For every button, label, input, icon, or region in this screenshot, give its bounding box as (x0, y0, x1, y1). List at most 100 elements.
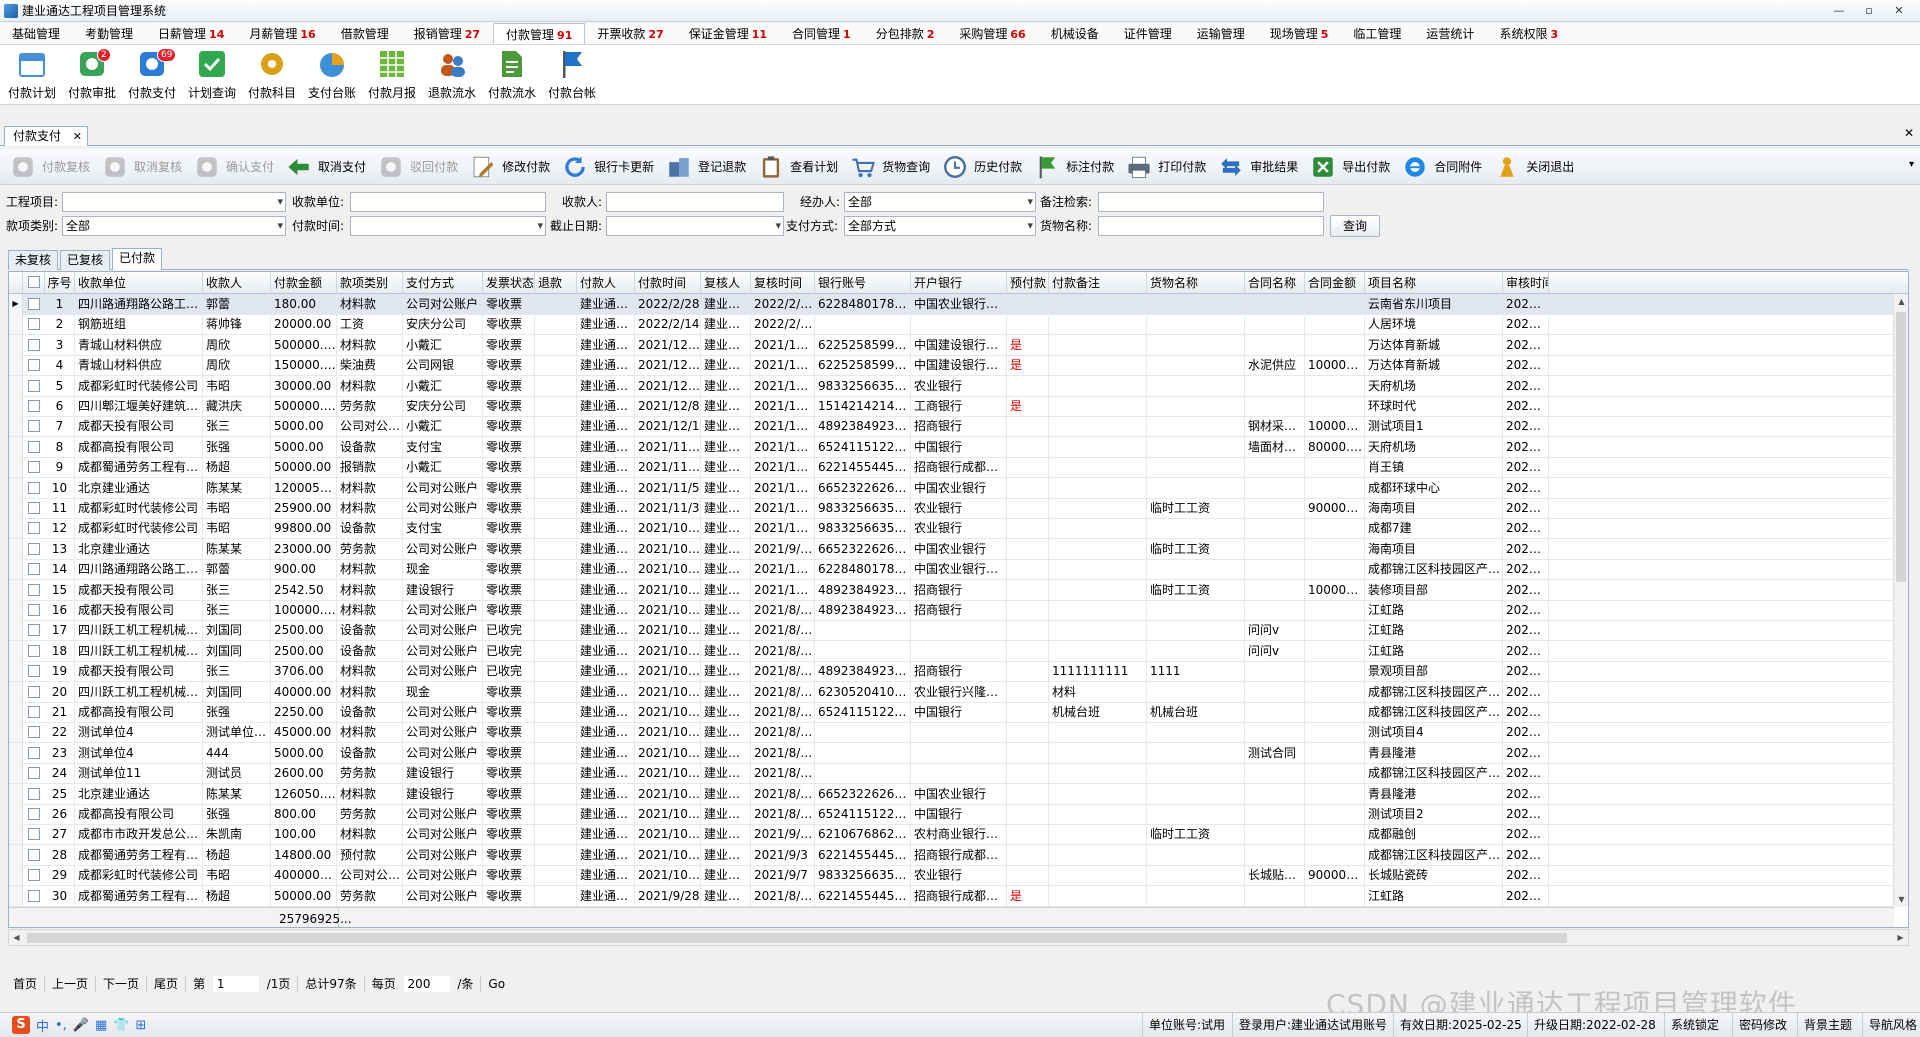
row-checkbox[interactable] (28, 889, 40, 902)
ime-punct-icon[interactable]: •, (55, 1018, 67, 1033)
table-row[interactable]: 10北京建业通达陈某某1200050.00材料款公司对公账户零收票 建业通达...… (9, 477, 1894, 499)
column-header[interactable]: 复核时间 (751, 272, 815, 293)
column-header[interactable]: 支付方式 (403, 272, 483, 293)
table-row[interactable]: 11 成都彩虹时代装修公司 韦昭 25900.00 材料款 公司对公账户 零收票 建业通达..… (9, 498, 1894, 519)
menu-tab-4[interactable]: 借款管理 (329, 23, 402, 44)
row-checkbox[interactable] (28, 338, 40, 351)
table-row[interactable]: 2 钢筋班组 蒋帅锋 20000.00 工资 安庆分公司 零收票 建业通达... 2022/2/… (9, 314, 1894, 336)
column-header[interactable]: 发票状态 (483, 272, 535, 293)
menu-tab-0[interactable]: 基础管理 (0, 23, 73, 44)
table-row[interactable]: ▶ 1四川路通翔路公路工程有...郭蕾180.00材料款公司对公账户零收票 建业通达… (9, 294, 1894, 315)
toolbar-button-4[interactable]: 驳回付款 (374, 151, 466, 183)
ribbon-button-2[interactable]: 付款支付 69 (122, 45, 182, 105)
row-checkbox[interactable] (28, 298, 40, 310)
scroll-left-icon[interactable]: ◀ (9, 930, 24, 945)
toolbar-button-7[interactable]: 登记退款 (662, 151, 754, 183)
menu-tab-16[interactable]: 临工管理 (1341, 23, 1414, 44)
lock-button[interactable]: 系统锁定 (1664, 1013, 1725, 1037)
first-page-button[interactable]: 首页 (6, 976, 46, 992)
table-row[interactable]: 19 成都天投有限公司 张三 3706.00 材料款 公司对公账户 已收完 建业通达... 20… (9, 661, 1894, 683)
toolbar-button-1[interactable]: 取消复核 (98, 151, 190, 183)
toolbar-button-11[interactable]: 标注付款 (1030, 151, 1122, 183)
ime-logo-icon[interactable]: S (12, 1016, 30, 1034)
last-page-button[interactable]: 尾页 (147, 976, 187, 992)
tab-reviewed[interactable]: 已复核 (60, 250, 111, 270)
remark-input[interactable] (1098, 192, 1324, 212)
menu-tab-12[interactable]: 机械设备 (1039, 23, 1112, 44)
toolbar-button-0[interactable]: 付款复核 (6, 151, 98, 183)
page-input[interactable]: 1 (212, 976, 259, 992)
menu-tab-13[interactable]: 证件管理 (1112, 23, 1185, 44)
menu-tab-14[interactable]: 运输管理 (1185, 23, 1258, 44)
menu-tab-7[interactable]: 开票收款 27 (585, 23, 676, 44)
select-all-checkbox[interactable] (28, 276, 40, 288)
table-row[interactable]: 9成都蜀通劳务工程有限公司杨超50000.00报销款小戴汇零收票建业通达...2… (9, 457, 1894, 479)
row-checkbox[interactable] (28, 644, 40, 657)
column-header[interactable]: 收款单位 (75, 272, 203, 293)
menu-tab-1[interactable]: 考勤管理 (73, 23, 146, 44)
toolbar-button-12[interactable]: 打印付款 (1122, 151, 1214, 183)
close-all-icon[interactable]: ✕ (1904, 126, 1914, 140)
row-checkbox[interactable] (28, 542, 40, 555)
row-checkbox[interactable] (28, 502, 40, 514)
row-checkbox[interactable] (28, 563, 40, 576)
horizontal-scrollbar[interactable]: ◀ ▶ (8, 929, 1909, 946)
deadline-picker[interactable] (606, 216, 784, 236)
row-checkbox[interactable] (28, 400, 40, 412)
menu-tab-5[interactable]: 报销管理 27 (402, 23, 493, 44)
table-row[interactable]: 13 北京建业通达 陈某某 23000.00 劳务款 公司对公账户 零收票 建业通达... 20… (9, 538, 1894, 560)
toolbar-button-6[interactable]: 银行卡更新 (558, 151, 662, 183)
column-header[interactable]: 收款人 (203, 272, 271, 293)
menu-tab-11[interactable]: 采购管理 66 (947, 23, 1038, 44)
table-row[interactable]: 3 青城山材料供应 周欣 500000.00 材料款 小戴汇 零收票 建业通达... 2021/… (9, 334, 1894, 356)
toolbar-button-14[interactable]: 导出付款 (1306, 151, 1398, 183)
column-header[interactable]: 付款时间 (635, 272, 701, 293)
project-select[interactable] (62, 192, 286, 212)
column-header[interactable]: 序号 (45, 272, 75, 293)
row-checkbox[interactable] (28, 746, 40, 759)
nav-style-button[interactable]: 导航风格 (1862, 1013, 1920, 1037)
row-checkbox[interactable] (28, 440, 40, 453)
password-button[interactable]: 密码修改 (1732, 1013, 1793, 1037)
table-row[interactable]: 14四川路通翔路公路工程有...郭蕾900.00材料款现金零收票建业通达...2… (9, 559, 1894, 581)
row-checkbox[interactable] (28, 787, 40, 800)
column-header[interactable]: 合同名称 (1245, 272, 1305, 293)
ribbon-button-9[interactable]: 付款台帐 (542, 45, 602, 105)
ribbon-button-4[interactable]: 付款科目 (242, 45, 302, 105)
column-header[interactable]: 银行账号 (815, 272, 911, 293)
column-header[interactable]: 项目名称 (1365, 272, 1503, 293)
row-checkbox[interactable] (28, 828, 40, 841)
ribbon-button-8[interactable]: 付款流水 (482, 45, 542, 105)
row-checkbox[interactable] (28, 726, 40, 739)
row-checkbox[interactable] (28, 583, 40, 596)
menu-tab-9[interactable]: 合同管理 1 (780, 23, 864, 44)
toolbar-button-9[interactable]: 货物查询 (846, 151, 938, 183)
table-row[interactable]: 6四川郫江堰美好建筑有限...藏洪庆500000.00劳务款安庆分公司零收票 建业… (9, 396, 1894, 417)
row-checkbox[interactable] (28, 624, 40, 637)
toolbar-button-8[interactable]: 查看计划 (754, 151, 846, 183)
row-checkbox[interactable] (28, 522, 40, 535)
toolbar-button-3[interactable]: 取消支付 (282, 151, 374, 183)
tab-unreviewed[interactable]: 未复核 (8, 250, 59, 270)
pay-method-select[interactable]: 全部方式 (844, 216, 1036, 236)
menu-tab-15[interactable]: 现场管理 5 (1258, 23, 1342, 44)
scroll-thumb[interactable] (1896, 312, 1906, 582)
ribbon-button-0[interactable]: 付款计划 (2, 45, 62, 105)
pay-time-picker[interactable] (350, 216, 546, 236)
row-checkbox[interactable] (28, 481, 40, 494)
ribbon-button-5[interactable]: 支付台账 (302, 45, 362, 105)
table-row[interactable]: 4 青城山材料供应 周欣 150000.00 柴油费 公司网银 零收票 建业通达... 2021… (9, 355, 1894, 377)
menu-tab-8[interactable]: 保证金管理 11 (677, 23, 780, 44)
table-row[interactable]: 22 测试单位4 测试单位4... 45000.00 材料款 公司对公账户 零收票 建业通达.… (9, 722, 1894, 744)
goods-input[interactable] (1098, 216, 1324, 236)
keyboard-icon[interactable]: ▦ (95, 1018, 107, 1033)
column-header[interactable]: 款项类别 (337, 272, 403, 293)
apps-icon[interactable]: ⊞ (136, 1018, 147, 1033)
ribbon-button-3[interactable]: 计划查询 (182, 45, 242, 105)
menu-tab-6[interactable]: 付款管理 91 (493, 23, 586, 44)
scroll-right-icon[interactable]: ▶ (1893, 930, 1908, 945)
row-checkbox[interactable] (28, 359, 40, 372)
row-checkbox[interactable] (28, 869, 40, 882)
chevron-down-icon[interactable]: ▾ (1909, 159, 1914, 170)
toolbar-button-13[interactable]: 审批结果 (1214, 151, 1306, 183)
